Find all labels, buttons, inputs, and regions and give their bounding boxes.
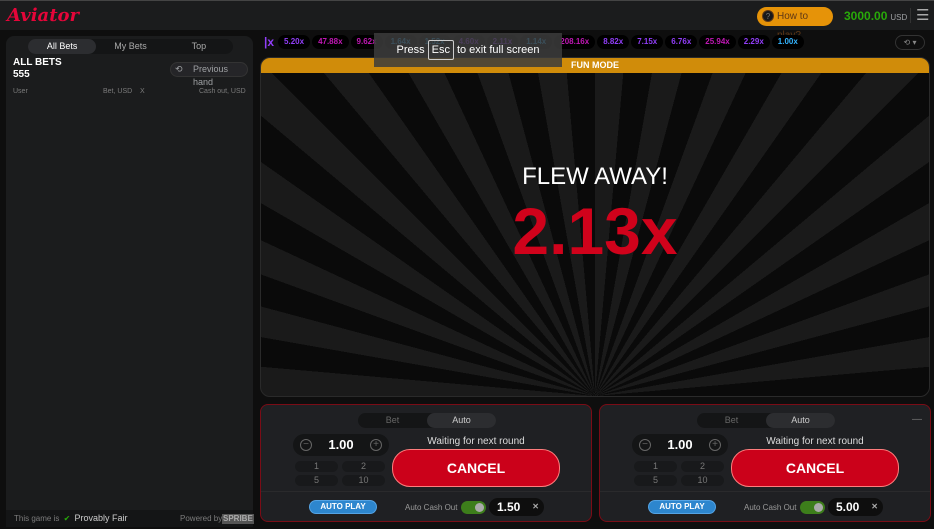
quick-amount[interactable]: 10 <box>342 475 385 486</box>
plus-icon[interactable]: + <box>709 439 721 451</box>
auto-play-button[interactable]: AUTO PLAY <box>648 500 716 514</box>
spribe-logo: SPRIBE <box>222 514 254 524</box>
menu-icon[interactable]: ☰ <box>910 8 932 23</box>
auto-cash-out-label: Auto Cash Out <box>744 503 797 512</box>
quick-amount[interactable]: 5 <box>634 475 677 486</box>
quick-amount[interactable]: 2 <box>342 461 385 472</box>
question-icon: ? <box>762 10 774 22</box>
history-dropdown-button[interactable]: ⟲ ▾ <box>895 35 925 50</box>
more-icon[interactable]: — <box>912 414 922 425</box>
quick-amount[interactable]: 5 <box>295 475 338 486</box>
multiplier-chip[interactable]: 7.15x <box>631 35 664 49</box>
multiplier-chip[interactable]: 47.88x <box>312 35 349 49</box>
multiplier-chip[interactable]: 25.94x <box>699 35 736 49</box>
divider <box>261 491 591 492</box>
cancel-button[interactable]: CANCEL <box>731 449 899 487</box>
balance-value: 3000.00 <box>844 9 888 23</box>
clear-icon[interactable]: ✕ <box>871 498 878 516</box>
balance: 3000.00 USD <box>844 9 907 23</box>
cash-out-value[interactable]: 5.00 <box>836 500 859 514</box>
fun-mode-banner: FUN MODE <box>261 58 929 73</box>
tab-my-bets[interactable]: My Bets <box>96 39 164 54</box>
footer: This game is ✔ Provably Fair Powered by … <box>6 510 254 527</box>
waiting-text: Waiting for next round <box>766 436 864 447</box>
flew-away-text: FLEW AWAY! <box>522 163 668 190</box>
tab-all-bets[interactable]: All Bets <box>28 39 97 54</box>
esc-key: Esc <box>427 40 454 60</box>
bet-panel: Bet Auto −1.00 + 1 2 5 10 Waiting for next… <box>260 404 592 522</box>
tab-top[interactable]: Top <box>165 39 233 54</box>
exit-text: to exit full screen <box>456 44 540 56</box>
bets-panel: All Bets My Bets Top ALL BETS 555 ⟲ Previo… <box>6 36 253 527</box>
bet-panel: Bet Auto — −1.00 + 1 2 5 10 Waiting for ne… <box>599 404 931 522</box>
stake-stepper[interactable]: −1.00 + <box>632 434 728 456</box>
auto-play-button[interactable]: AUTO PLAY <box>309 500 377 514</box>
fullscreen-overlay: Press Esc to exit full screen <box>374 33 562 67</box>
powered-by-label: Powered by <box>180 514 223 523</box>
history-icon: ⟲ <box>175 64 183 74</box>
multiplier-chip[interactable]: 5.20x <box>278 35 311 49</box>
x-icon: |x <box>264 35 275 49</box>
provably-fair-link[interactable]: Provably Fair <box>75 513 128 523</box>
previous-hand-label: Previous hand <box>193 64 229 87</box>
quick-amount[interactable]: 1 <box>634 461 677 472</box>
col-cashout: Cash out, USD <box>199 88 246 95</box>
multiplier-chip[interactable]: 6.76x <box>665 35 698 49</box>
how-to-play-button[interactable]: ?How to play? <box>757 7 833 41</box>
tab-auto[interactable]: Auto <box>427 413 496 428</box>
auto-cash-out-input[interactable]: 1.50 ✕ <box>489 498 544 516</box>
col-x: X <box>140 88 145 95</box>
quick-amount[interactable]: 2 <box>681 461 724 472</box>
cancel-button[interactable]: CANCEL <box>392 449 560 487</box>
multiplier-history: |x 5.20x47.88x9.62x1.64x1.52x4.60x2.11x1… <box>262 34 892 50</box>
divider <box>600 491 930 492</box>
top-bar: Aviator ?How to play? 3000.00USD ☰ <box>0 0 934 41</box>
press-label: Press <box>396 44 425 56</box>
bets-count: 555 <box>13 69 30 80</box>
auto-cash-out-toggle[interactable] <box>800 501 825 514</box>
stake-stepper[interactable]: −1.00 + <box>293 434 389 456</box>
game-area: FUN MODE FLEW AWAY! 2.13x <box>260 57 930 397</box>
all-bets-title: ALL BETS <box>13 57 62 68</box>
tab-bet[interactable]: Bet <box>697 413 766 428</box>
shield-check-icon: ✔ <box>63 514 71 523</box>
quick-amount[interactable]: 10 <box>681 475 724 486</box>
auto-cash-out-label: Auto Cash Out <box>405 503 458 512</box>
multiplier-chip[interactable]: 2.29x <box>737 35 770 49</box>
tab-bet[interactable]: Bet <box>358 413 427 428</box>
auto-cash-out-input[interactable]: 5.00 ✕ <box>828 498 883 516</box>
tab-auto[interactable]: Auto <box>766 413 835 428</box>
cash-out-value[interactable]: 1.50 <box>497 500 520 514</box>
plus-icon[interactable]: + <box>370 439 382 451</box>
auto-cash-out-toggle[interactable] <box>461 501 486 514</box>
quick-amount[interactable]: 1 <box>295 461 338 472</box>
currency: USD <box>890 13 908 22</box>
this-game-label: This game is <box>14 514 60 523</box>
waiting-text: Waiting for next round <box>427 436 525 447</box>
crash-multiplier: 2.13x <box>512 194 678 268</box>
multiplier-chip[interactable]: 8.82x <box>597 35 630 49</box>
col-bet: Bet, USD <box>103 88 133 95</box>
multiplier-chip[interactable]: 1.00x <box>771 35 804 49</box>
previous-hand-button[interactable]: ⟲ Previous hand <box>170 62 248 87</box>
col-user: User <box>13 88 28 95</box>
aviator-logo: Aviator <box>7 5 79 26</box>
clear-icon[interactable]: ✕ <box>532 498 539 516</box>
